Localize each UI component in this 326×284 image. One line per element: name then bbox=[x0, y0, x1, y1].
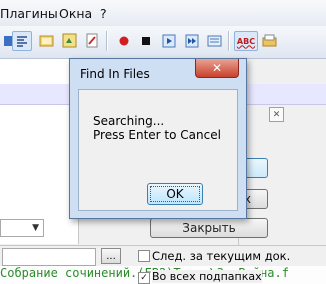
dialog-title: Find In Files bbox=[80, 67, 150, 81]
browse-button[interactable]: ... bbox=[101, 248, 121, 264]
find-in-files-dialog: Find In Files ✕ Searching... Press Enter… bbox=[69, 58, 247, 219]
all-subfolders-checkbox[interactable]: ✓ bbox=[138, 272, 150, 284]
spellcheck-icon[interactable]: ABC bbox=[234, 31, 258, 51]
record-macro-icon[interactable] bbox=[114, 31, 134, 51]
close-button[interactable]: Закрыть bbox=[150, 218, 268, 238]
searching-text: Searching... bbox=[93, 114, 165, 128]
follow-current-doc-label: След. за текущим док. bbox=[152, 249, 291, 263]
spellcheck-settings-icon[interactable] bbox=[260, 31, 280, 51]
cancel-hint-text: Press Enter to Cancel bbox=[93, 128, 221, 142]
directory-row: ... След. за текущим док. bbox=[0, 245, 326, 267]
run-macro-multiple-icon[interactable] bbox=[182, 31, 202, 51]
chevron-down-icon: ▼ bbox=[32, 223, 39, 233]
menu-help[interactable]: ? bbox=[100, 6, 107, 21]
close-icon: ✕ bbox=[211, 61, 223, 75]
doc-map-icon[interactable] bbox=[60, 31, 80, 51]
show-all-chars-icon[interactable] bbox=[12, 31, 32, 51]
menu-plugins[interactable]: Плагины bbox=[0, 6, 58, 21]
function-list-icon[interactable] bbox=[82, 31, 102, 51]
close-icon[interactable]: ✕ bbox=[269, 107, 284, 122]
directory-input[interactable] bbox=[2, 248, 96, 266]
filters-combo[interactable]: ▼ bbox=[0, 219, 44, 237]
save-macro-icon[interactable] bbox=[205, 31, 225, 51]
toolbar: ABC bbox=[0, 26, 326, 59]
all-subfolders-label: Во всех подпапках bbox=[152, 270, 262, 283]
follow-current-doc-checkbox[interactable] bbox=[138, 250, 150, 262]
indent-guide-icon[interactable] bbox=[37, 31, 57, 51]
dialog-message: Searching... Press Enter to Cancel bbox=[93, 114, 221, 142]
dialog-close-button[interactable]: ✕ bbox=[195, 59, 239, 78]
menu-windows[interactable]: Окна bbox=[59, 6, 92, 21]
stop-macro-icon[interactable] bbox=[136, 31, 156, 51]
play-macro-icon[interactable] bbox=[159, 31, 179, 51]
menu-bar: Плагины Окна ? bbox=[0, 0, 326, 26]
ok-button[interactable]: OK bbox=[147, 183, 203, 205]
